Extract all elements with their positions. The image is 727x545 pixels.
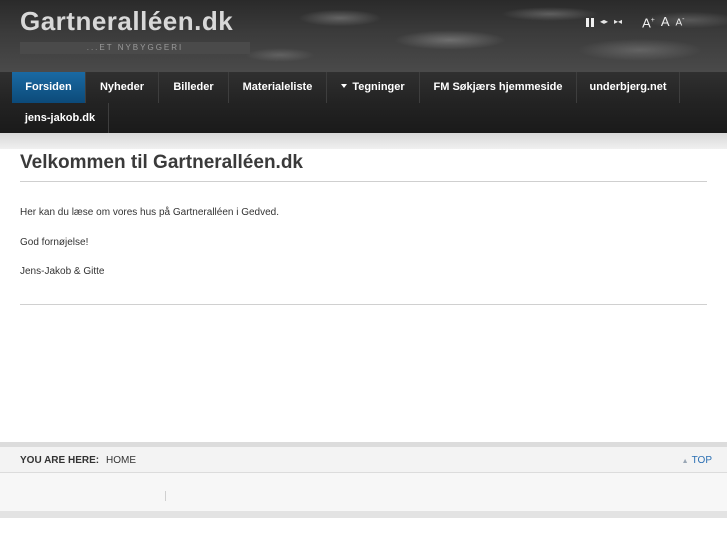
content-paragraph-greeting: God fornøjelse! <box>20 237 89 248</box>
font-larger-sup: + <box>650 16 655 24</box>
next-icon[interactable]: ▸◂ <box>614 15 622 29</box>
nav-item-tegninger-label: Tegninger <box>352 81 405 93</box>
header-tools: ◂▸ ▸◂ A+ A A- <box>586 14 685 30</box>
header: Gartneralléen.dk ...ET NYBYGGERI ◂▸ ▸◂ A… <box>0 0 727 72</box>
back-to-top-label: TOP <box>691 455 712 466</box>
page: Gartneralléen.dk ...ET NYBYGGERI ◂▸ ▸◂ A… <box>0 0 727 545</box>
nav-item-tegninger[interactable]: Tegninger <box>327 72 420 103</box>
font-larger-label: A <box>642 15 651 31</box>
nav-item-jens-jakob[interactable]: jens-jakob.dk <box>12 103 109 133</box>
font-larger-button[interactable]: A+ <box>642 14 655 30</box>
nav-item-nyheder[interactable]: Nyheder <box>86 72 159 103</box>
font-smaller-button[interactable]: A- <box>676 13 685 30</box>
font-reset-button[interactable]: A <box>661 15 670 29</box>
font-smaller-sup: - <box>682 16 685 24</box>
content-divider <box>20 304 707 305</box>
site-slogan: ...ET NYBYGGERI <box>20 42 250 54</box>
arrow-up-icon: ▲ <box>681 458 689 465</box>
breadcrumb-label: YOU ARE HERE: <box>20 455 100 466</box>
nav-item-billeder[interactable]: Billeder <box>159 72 229 103</box>
nav-item-materialeliste[interactable]: Materialeliste <box>229 72 327 103</box>
footer-bottom-bar <box>0 511 727 518</box>
prev-icon[interactable]: ◂▸ <box>600 15 608 29</box>
nav-item-fm-sokjaers-hjemmeside[interactable]: FM Søkjærs hjemmeside <box>420 72 577 103</box>
footer-base <box>0 518 727 545</box>
footer-divider <box>165 491 166 501</box>
footer <box>0 473 727 545</box>
main-content: Velkommen til Gartneralléen.dk Her kan d… <box>20 149 707 305</box>
nav-row-2: jens-jakob.dk <box>0 103 727 133</box>
breadcrumb-home-link[interactable]: HOME <box>106 455 136 466</box>
content-paragraph-intro: Her kan du læse om vores hus på Gartnera… <box>20 207 280 218</box>
breadcrumb: YOU ARE HERE: HOME ▲ TOP <box>0 442 727 473</box>
main-navigation: Forsiden Nyheder Billeder Materialeliste… <box>0 72 727 133</box>
nav-item-underbjerg[interactable]: underbjerg.net <box>577 72 680 103</box>
dropdown-caret-icon <box>341 84 348 88</box>
nav-item-forsiden[interactable]: Forsiden <box>12 72 86 103</box>
nav-shadow <box>0 133 727 149</box>
site-title[interactable]: Gartneralléen.dk <box>20 6 233 37</box>
page-title: Velkommen til Gartneralléen.dk <box>20 149 707 182</box>
content-paragraph-signature: Jens-Jakob & Gitte <box>20 266 105 277</box>
pause-icon[interactable] <box>586 17 594 27</box>
back-to-top-link[interactable]: ▲ TOP <box>682 455 712 466</box>
header-texture <box>220 0 727 72</box>
